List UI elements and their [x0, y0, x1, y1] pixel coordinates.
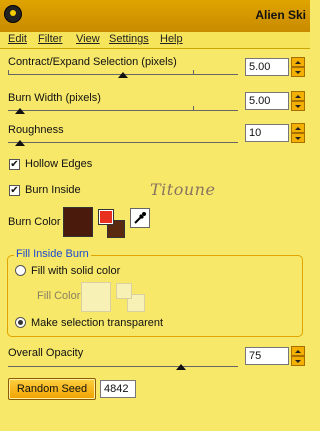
slider-thumb[interactable] — [14, 108, 25, 114]
menu-filter[interactable]: Filter — [38, 33, 62, 45]
contract-expand-spinner[interactable] — [291, 57, 305, 77]
menu-help[interactable]: Help — [160, 33, 183, 45]
foreground-color-swatch[interactable] — [98, 209, 114, 225]
burn-inside-checkbox[interactable]: ✔ — [9, 185, 20, 196]
contract-expand-input[interactable]: 5.00 — [245, 58, 289, 76]
slider-tick — [193, 70, 194, 74]
random-seed-button[interactable]: Random Seed — [8, 378, 96, 400]
spin-down-button[interactable] — [291, 67, 305, 77]
arrow-down-icon — [295, 359, 301, 363]
fill-color-label: Fill Color — [37, 290, 81, 302]
overall-opacity-slider[interactable] — [8, 362, 238, 372]
contract-expand-slider[interactable] — [8, 70, 238, 80]
burn-color-label: Burn Color — [8, 216, 61, 228]
slider-track — [8, 142, 238, 143]
fill-foreground-swatch[interactable] — [116, 283, 132, 299]
burn-color-swatch[interactable] — [63, 207, 93, 237]
hollow-edges-label: Hollow Edges — [25, 158, 93, 170]
spin-up-button[interactable] — [291, 91, 305, 101]
burn-width-input[interactable]: 5.00 — [245, 92, 289, 110]
slider-tick — [193, 106, 194, 110]
arrow-up-icon — [295, 60, 301, 64]
burn-width-spinner[interactable] — [291, 91, 305, 111]
title-bar: Alien Ski — [0, 0, 310, 33]
spin-down-button[interactable] — [291, 101, 305, 111]
fill-solid-radio[interactable] — [15, 265, 26, 276]
overall-opacity-label: Overall Opacity — [8, 347, 84, 359]
hollow-edges-checkbox[interactable]: ✔ — [9, 159, 20, 170]
eyedropper-button[interactable] — [130, 208, 150, 228]
make-transparent-radio[interactable] — [15, 317, 26, 328]
spin-up-button[interactable] — [291, 346, 305, 356]
fill-inside-burn-title: Fill Inside Burn — [14, 248, 91, 260]
fill-color-swatch[interactable] — [81, 282, 111, 312]
eyedropper-icon — [134, 212, 146, 224]
slider-track — [8, 366, 238, 367]
roughness-slider[interactable] — [8, 138, 238, 148]
slider-thumb[interactable] — [118, 72, 128, 78]
spin-down-button[interactable] — [291, 356, 305, 366]
make-transparent-label: Make selection transparent — [31, 317, 164, 329]
check-icon: ✔ — [10, 184, 19, 196]
menu-bar: Edit Filter View Settings Help — [0, 32, 310, 49]
overall-opacity-spinner[interactable] — [291, 346, 305, 366]
slider-track — [8, 110, 238, 111]
roughness-input[interactable]: 10 — [245, 124, 289, 142]
app-icon[interactable] — [4, 5, 22, 23]
slider-thumb[interactable] — [175, 364, 186, 370]
arrow-down-icon — [295, 104, 301, 108]
arrow-up-icon — [295, 349, 301, 353]
burn-width-slider[interactable] — [8, 106, 238, 116]
slider-thumb[interactable] — [14, 140, 25, 146]
arrow-up-icon — [295, 126, 301, 130]
contract-expand-label: Contract/Expand Selection (pixels) — [8, 56, 177, 68]
roughness-spinner[interactable] — [291, 123, 305, 143]
menu-settings[interactable]: Settings — [109, 33, 149, 45]
signature-watermark: Titoune — [150, 180, 216, 199]
arrow-down-icon — [295, 136, 301, 140]
burn-inside-label: Burn Inside — [25, 184, 81, 196]
burn-width-label: Burn Width (pixels) — [8, 92, 101, 104]
menu-view[interactable]: View — [76, 33, 100, 45]
roughness-label: Roughness — [8, 124, 64, 136]
random-seed-input[interactable]: 4842 — [100, 380, 136, 398]
window-title: Alien Ski — [255, 8, 306, 22]
overall-opacity-input[interactable]: 75 — [245, 347, 289, 365]
arrow-down-icon — [295, 70, 301, 74]
arrow-up-icon — [295, 94, 301, 98]
slider-tick — [8, 70, 9, 74]
spin-up-button[interactable] — [291, 123, 305, 133]
menu-edit[interactable]: Edit — [8, 33, 27, 45]
spin-down-button[interactable] — [291, 133, 305, 143]
spin-up-button[interactable] — [291, 57, 305, 67]
check-icon: ✔ — [10, 158, 19, 170]
fill-solid-label: Fill with solid color — [31, 265, 121, 277]
